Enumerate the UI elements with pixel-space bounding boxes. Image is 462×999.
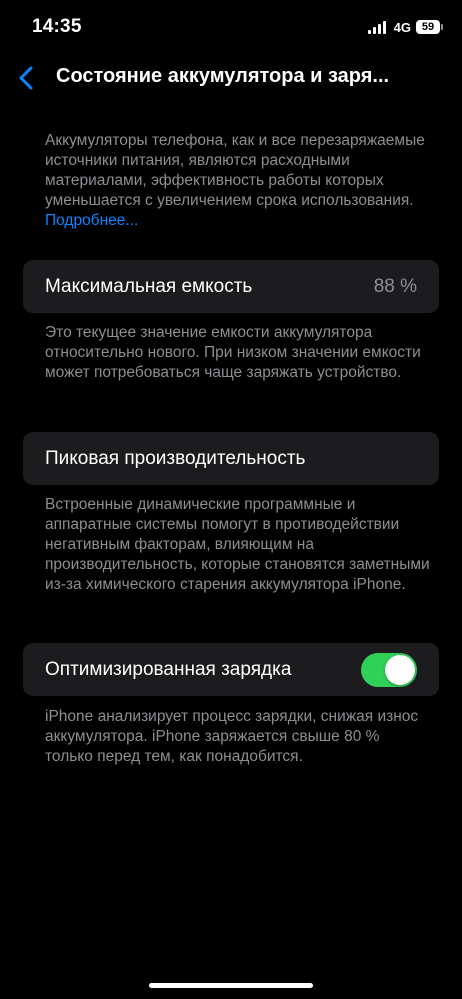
optimized-charging-label: Оптимизированная зарядка — [45, 658, 292, 680]
max-capacity-description: Это текущее значение емкости аккумуля­то… — [45, 324, 421, 381]
optimized-charging-description: iPhone анализирует процесс зарядки, сниж… — [45, 708, 419, 765]
battery-level: 59 — [421, 21, 435, 33]
page-title: Состояние аккумулятора и заря... — [56, 65, 390, 87]
back-button[interactable] — [12, 62, 40, 94]
status-time: 14:35 — [32, 16, 82, 37]
optimized-charging-cell: Оптимизированная зарядка — [23, 643, 439, 696]
status-bar: 14:35 4G 59 — [0, 0, 462, 56]
peak-performance-cell: Пиковая производительность — [23, 432, 439, 485]
max-capacity-value: 88 % — [373, 275, 417, 297]
toggle-knob — [385, 654, 415, 685]
optimized-charging-toggle[interactable] — [361, 652, 417, 687]
max-capacity-cell: Максимальная емкость 88 % — [23, 260, 439, 313]
intro-description: Аккумуляторы телефона, как и все переза­… — [45, 131, 430, 231]
peak-performance-description: Встроенные динамические программные и ап… — [45, 496, 430, 593]
status-indicators: 4G 59 — [367, 18, 443, 36]
network-type: 4G — [393, 19, 411, 35]
battery-icon: 59 — [416, 20, 443, 34]
home-indicator[interactable] — [149, 983, 313, 988]
chevron-left-icon — [19, 66, 33, 90]
learn-more-link[interactable]: Подробнее... — [45, 212, 138, 229]
intro-text: Аккумуляторы телефона, как и все переза­… — [45, 132, 425, 209]
cellular-signal-icon — [367, 20, 388, 34]
navigation-bar: Состояние аккумулятора и заря... — [0, 56, 462, 102]
max-capacity-label: Максимальная емкость — [45, 275, 253, 297]
peak-performance-label: Пиковая производительность — [45, 447, 306, 469]
